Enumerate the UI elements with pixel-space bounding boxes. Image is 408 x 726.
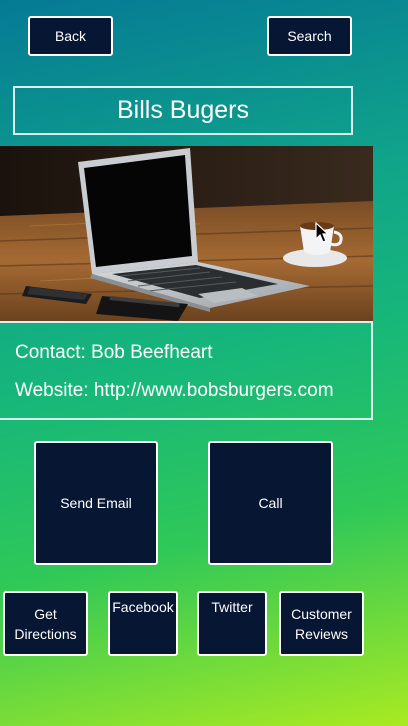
contact-name: Contact: Bob Beefheart <box>15 342 213 363</box>
back-button[interactable]: Back <box>28 16 113 56</box>
get-directions-button[interactable]: Get Directions <box>3 591 88 656</box>
business-title: Bills Bugers <box>13 86 353 135</box>
facebook-button[interactable]: Facebook <box>108 591 178 656</box>
call-button[interactable]: Call <box>208 441 333 565</box>
send-email-button[interactable]: Send Email <box>34 441 158 565</box>
contact-info-panel: Contact: Bob Beefheart Website: http://w… <box>0 321 373 420</box>
twitter-button[interactable]: Twitter <box>197 591 267 656</box>
customer-reviews-button[interactable]: Customer Reviews <box>279 591 364 656</box>
search-button[interactable]: Search <box>267 16 352 56</box>
mouse-pointer-icon <box>315 221 330 249</box>
website-link[interactable]: Website: http://www.bobsburgers.com <box>15 380 334 402</box>
